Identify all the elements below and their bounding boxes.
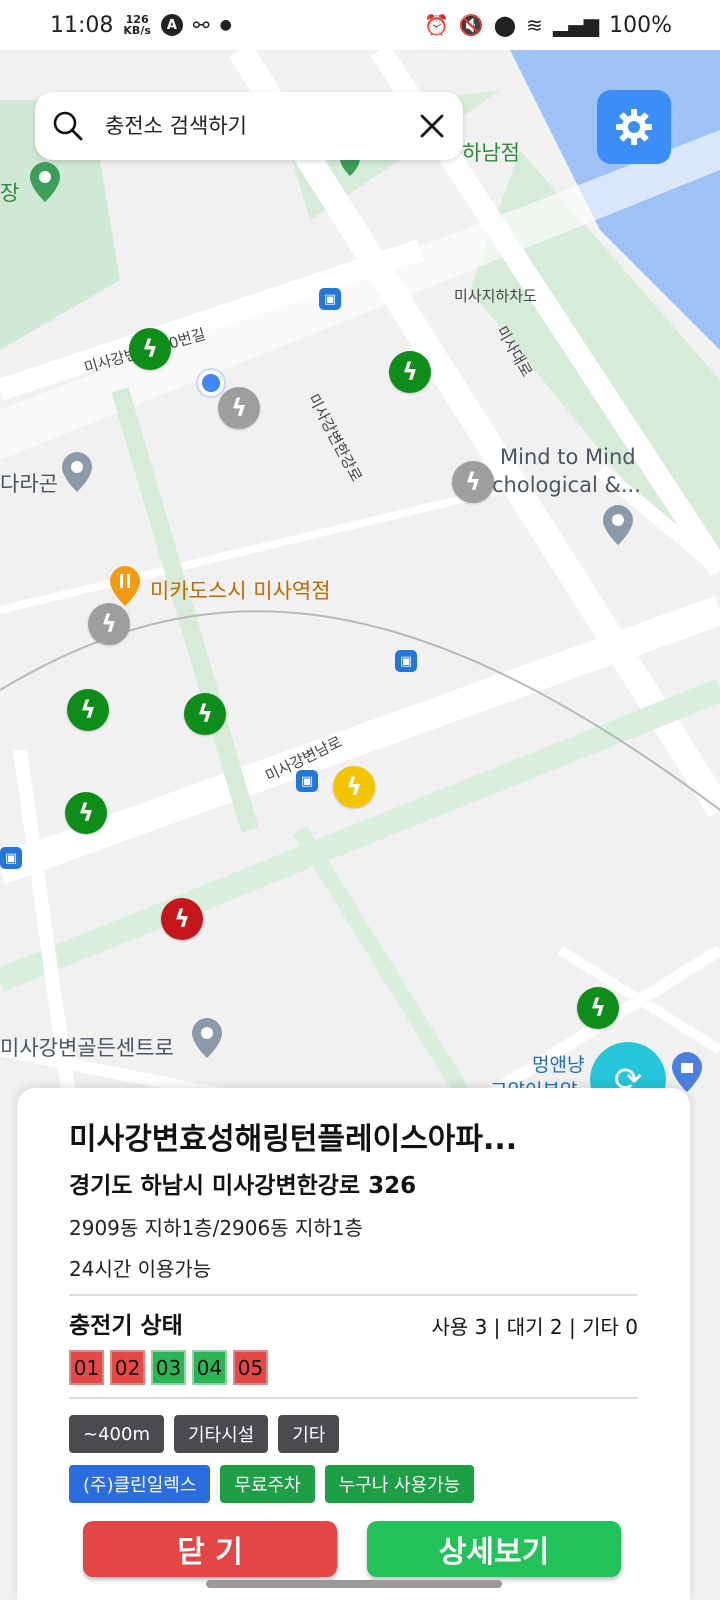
poi-mind-line2: chological &...: [492, 473, 641, 497]
category-tag: 기타: [278, 1415, 340, 1453]
map-pin-icon[interactable]: [603, 505, 633, 545]
gear-icon: [616, 109, 652, 145]
charger-marker-error[interactable]: ϟ: [161, 898, 203, 940]
bus-stop-icon[interactable]: ▣: [319, 288, 341, 310]
action-buttons: 닫 기 상세보기: [83, 1521, 638, 1577]
charger-slots: 01 02 03 04 05: [69, 1350, 638, 1385]
charger-status-header: 충전기 상태 사용 3 | 대기 2 | 기타 0: [69, 1306, 638, 1340]
search-icon[interactable]: [53, 111, 83, 141]
close-button[interactable]: 닫 기: [83, 1521, 337, 1577]
charger-slot[interactable]: 02: [110, 1350, 145, 1385]
bus-stop-icon[interactable]: ▣: [296, 770, 318, 792]
charger-marker-available[interactable]: ϟ: [389, 351, 431, 393]
my-location-icon: [198, 370, 224, 396]
battery-level: 100%: [609, 12, 672, 38]
tag-row-attributes: (주)클린일렉스 무료주차 누구나 사용가능: [69, 1465, 638, 1503]
restaurant-pin-icon[interactable]: [110, 566, 140, 606]
hanam-label: 하남점: [462, 141, 520, 165]
charger-marker-available[interactable]: ϟ: [67, 689, 109, 731]
parking-tag: 무료주차: [220, 1465, 315, 1503]
station-name: 미사강변효성해링턴플레이스아파...: [69, 1122, 518, 1157]
poi-mind-line1: Mind to Mind: [500, 445, 636, 469]
bus-stop-icon[interactable]: ▣: [0, 847, 22, 869]
detail-button[interactable]: 상세보기: [367, 1521, 621, 1577]
tag-row-info: ~400m 기타시설 기타: [69, 1415, 638, 1453]
status-bar: 11:08 126 KB/s A ⚯ ● ⏰ 🔇 ⬤ ≋ ▂▄▆ 100%: [0, 0, 720, 50]
bus-stop-icon[interactable]: ▣: [395, 650, 417, 672]
charger-marker-available[interactable]: ϟ: [184, 693, 226, 735]
meong-label-line1: 멍앤냥: [532, 1054, 585, 1076]
distance-tag: ~400m: [69, 1415, 164, 1453]
signal-icon: ▂▄▆: [552, 13, 600, 37]
darago-label: 다라곤: [0, 472, 58, 496]
divider: [69, 1294, 638, 1296]
facility-tag: 기타시설: [173, 1415, 269, 1453]
charger-slot[interactable]: 03: [151, 1350, 186, 1385]
park-pin-icon[interactable]: [30, 162, 60, 202]
charger-marker-offline[interactable]: ϟ: [88, 603, 130, 645]
search-bar[interactable]: [35, 92, 463, 160]
close-icon[interactable]: [419, 113, 445, 139]
charger-status-summary: 사용 3 | 대기 2 | 기타 0: [431, 1315, 638, 1339]
charger-marker-offline[interactable]: ϟ: [218, 387, 260, 429]
station-detail-card: 미사강변효성해링턴플레이스아파... 경기도 하남시 미사강변한강로 326 2…: [17, 1088, 690, 1600]
charger-marker-offline[interactable]: ϟ: [452, 461, 494, 503]
network-speed: 126 KB/s: [123, 14, 150, 36]
operator-tag: (주)클린일렉스: [69, 1465, 211, 1503]
location-icon: ⬤: [493, 13, 517, 37]
golden-label: 미사강변골든센트로: [0, 1036, 174, 1060]
charger-slot[interactable]: 05: [233, 1350, 268, 1385]
dot-icon: ●: [219, 17, 232, 33]
search-input[interactable]: [105, 114, 409, 138]
restaurant-label: 미카도스시 미사역점: [150, 579, 331, 603]
map-pin-icon[interactable]: [62, 452, 92, 492]
station-hours: 24시간 이용가능: [69, 1257, 212, 1281]
charger-slot[interactable]: 04: [192, 1350, 227, 1385]
charger-marker-available[interactable]: ϟ: [65, 792, 107, 834]
station-location-detail: 2909동 지하1층/2906동 지하1층: [69, 1216, 363, 1240]
charger-marker-warning[interactable]: ϟ: [333, 766, 375, 808]
charger-marker-available[interactable]: ϟ: [129, 328, 171, 370]
mute-icon: 🔇: [458, 13, 484, 37]
app-notification-icon: A: [160, 14, 183, 36]
divider: [69, 1397, 638, 1399]
jang-label: 장: [0, 181, 20, 205]
shop-pin-icon[interactable]: [672, 1052, 702, 1092]
clock: 11:08: [50, 12, 114, 38]
charger-slot[interactable]: 01: [69, 1350, 104, 1385]
charger-marker-available[interactable]: ϟ: [577, 987, 619, 1029]
station-address: 경기도 하남시 미사강변한강로 326: [69, 1173, 417, 1199]
home-indicator[interactable]: [206, 1580, 502, 1588]
access-tag: 누구나 사용가능: [324, 1465, 475, 1503]
charger-status-title: 충전기 상태: [69, 1313, 183, 1339]
map-pin-icon[interactable]: [192, 1018, 222, 1058]
alarm-icon: ⏰: [423, 13, 449, 37]
settings-button[interactable]: [597, 90, 671, 164]
underpass-label: 미사지하차도: [454, 287, 537, 305]
speed-unit: KB/s: [123, 24, 151, 37]
wifi-icon: ≋: [526, 13, 543, 37]
link-icon: ⚯: [192, 13, 210, 37]
